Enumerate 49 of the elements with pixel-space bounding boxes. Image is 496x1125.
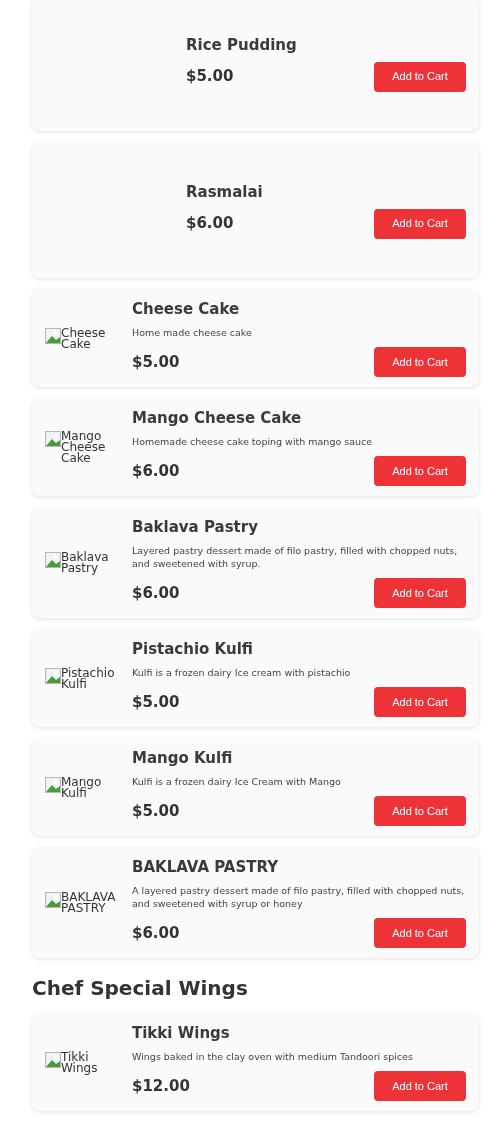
add-to-cart-button[interactable]: Add to Cart: [374, 456, 466, 486]
broken-image-icon: [45, 552, 61, 568]
broken-image-icon: [45, 431, 61, 447]
image-alt-text: BAKLAVA PASTRY: [61, 892, 117, 914]
item-price: $5.00: [132, 691, 180, 713]
item-description: Kulfi is a frozen dairy Ice cream with pistachio: [132, 666, 352, 679]
broken-image-icon: [45, 667, 61, 684]
item-name: Pistachio Kulfi: [132, 640, 254, 658]
add-to-cart-button[interactable]: Add to Cart: [374, 578, 466, 608]
add-to-cart-button[interactable]: Add to Cart: [374, 208, 466, 239]
image-alt-text: Pistachio Kulfi: [61, 667, 116, 690]
item-price: $6.00: [186, 213, 234, 235]
item-name: Baklava Pastry: [132, 518, 259, 536]
image-alt-text: Baklava Pastry: [61, 552, 110, 574]
item-description: Wings baked in the clay oven with medium Tandoori spices: [132, 1050, 414, 1063]
image-alt-text: Mango Kulfi: [61, 776, 103, 799]
item-price: $6.00: [132, 582, 180, 604]
broken-image-icon: [45, 776, 61, 793]
add-to-cart-button[interactable]: Add to Cart: [374, 687, 466, 717]
broken-image-icon: [45, 327, 61, 344]
broken-image-icon: [45, 892, 61, 908]
item-description: Homemade cheese cake toping with mango sauce: [132, 435, 374, 448]
item-description: Layered pastry dessert made of filo pastry, filled with chopped nuts, and sweetened with syrup.: [132, 544, 459, 570]
image-alt-text: Tikki Wings: [61, 1051, 99, 1074]
item-description: A layered pastry dessert made of filo pastry, filled with chopped nuts, and sweetened with syrup or honey: [132, 884, 466, 910]
item-price: $6.00: [132, 460, 180, 482]
item-description: Kulfi is a frozen dairy Ice Cream with Mango: [132, 775, 342, 788]
item-name: Cheese Cake: [132, 300, 241, 318]
item-name: Mango Cheese Cake: [132, 409, 303, 427]
item-price: $12.00: [132, 1075, 190, 1097]
item-name: BAKLAVA PASTRY: [132, 858, 280, 876]
add-to-cart-button[interactable]: Add to Cart: [374, 796, 466, 826]
image-alt-text: Mango Cheese Cake: [61, 431, 107, 464]
item-name: Tikki Wings: [132, 1024, 231, 1042]
add-to-cart-button[interactable]: Add to Cart: [374, 347, 466, 377]
item-price: $5.00: [132, 800, 180, 822]
item-price: $5.00: [132, 351, 180, 373]
item-price: $6.00: [132, 922, 180, 944]
item-description: Home made cheese cake: [132, 326, 253, 339]
item-name: Mango Kulfi: [132, 749, 234, 767]
add-to-cart-button[interactable]: Add to Cart: [374, 61, 466, 92]
item-name: Rice Pudding: [186, 35, 298, 54]
item-price: $5.00: [186, 66, 234, 88]
item-name: Rasmalai: [186, 182, 264, 201]
image-alt-text: Cheese Cake: [61, 327, 107, 350]
add-to-cart-button[interactable]: Add to Cart: [374, 1071, 466, 1101]
add-to-cart-button[interactable]: Add to Cart: [374, 918, 466, 948]
broken-image-icon: [45, 1051, 61, 1068]
section-heading: Chef Special Wings: [32, 976, 249, 1000]
